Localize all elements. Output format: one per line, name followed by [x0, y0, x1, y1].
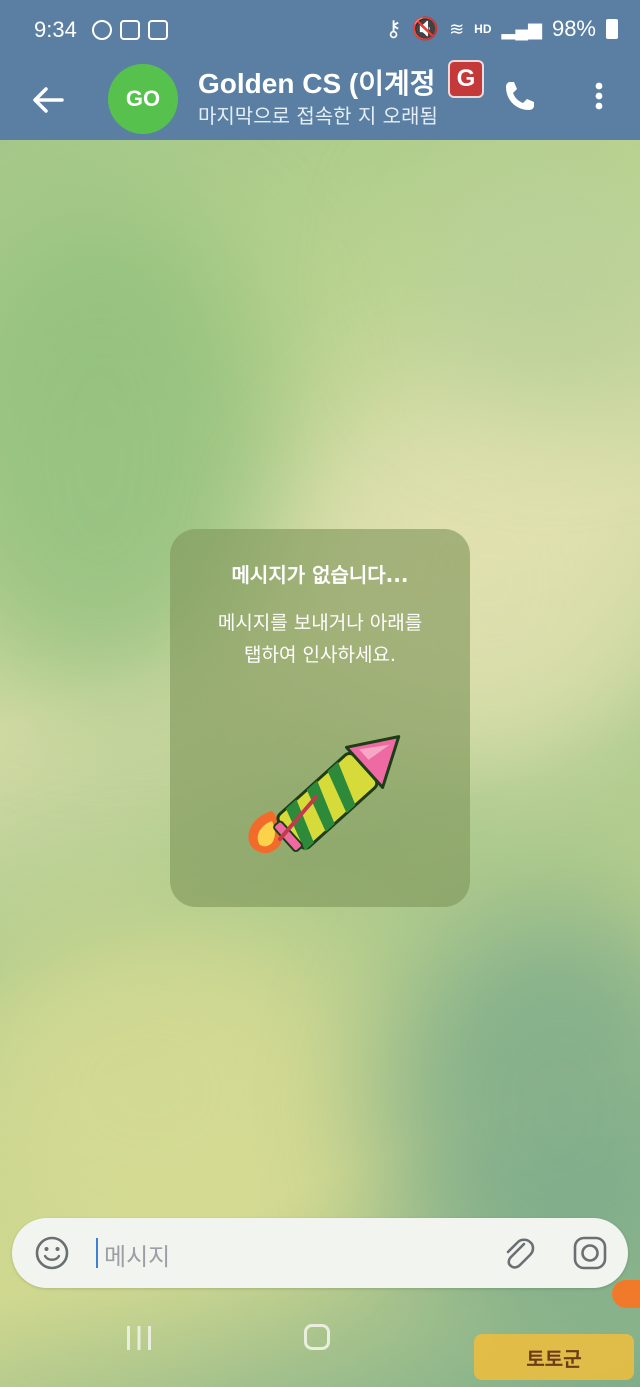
- dnd-icon: [92, 20, 112, 40]
- last-seen-status: 마지막으로 접속한 지 오래됨: [198, 104, 438, 128]
- more-vert-icon[interactable]: [584, 76, 614, 116]
- status-bar: 9:34 ⚷ 🔇 ≋ HD ▂▄▆ 98%: [0, 0, 640, 60]
- mute-icon: 🔇: [411, 16, 440, 41]
- wifi-icon: ≋: [449, 18, 465, 39]
- emoji-icon[interactable]: [34, 1235, 70, 1271]
- chat-title[interactable]: Golden CS (이계정: [198, 62, 488, 102]
- chat-header: GO Golden CS (이계정 G 마지막으로 접속한 지 오래됨: [0, 60, 640, 140]
- empty-state-title: 메시지가 없습니다...: [231, 563, 409, 587]
- empty-desc-line1: 메시지를 보내거나 아래를: [217, 612, 423, 634]
- battery-percent: 98%: [551, 16, 596, 41]
- home-button-icon[interactable]: [304, 1324, 330, 1350]
- empty-desc-line2: 탭하여 인사하세요.: [244, 644, 396, 666]
- avatar[interactable]: GO: [108, 64, 178, 134]
- empty-chat-card[interactable]: 메시지가 없습니다... 메시지를 보내거나 아래를 탭하여 인사하세요.: [170, 529, 470, 907]
- battery-icon: [606, 19, 618, 39]
- hd-voice-icon: HD: [474, 22, 492, 36]
- signal-icon: ▂▄▆: [501, 18, 542, 39]
- rocket-sticker-icon[interactable]: [232, 699, 412, 879]
- empty-state-description: 메시지를 보내거나 아래를 탭하여 인사하세요.: [190, 607, 450, 671]
- recent-apps-icon[interactable]: [126, 1326, 152, 1350]
- status-notification-icons: [92, 20, 168, 40]
- instagram-icon: [120, 20, 140, 40]
- badge-emoji: G: [448, 60, 484, 98]
- paperclip-icon[interactable]: [500, 1235, 536, 1271]
- back-arrow-icon[interactable]: [28, 80, 68, 120]
- phone-icon[interactable]: [500, 76, 540, 116]
- camera-icon[interactable]: [572, 1235, 608, 1271]
- status-system-icons: ⚷ 🔇 ≋ HD ▂▄▆ 98%: [386, 16, 618, 42]
- status-time: 9:34: [34, 17, 77, 42]
- message-composer[interactable]: 메시지: [12, 1218, 628, 1288]
- text-caret: [96, 1238, 98, 1268]
- watermark-text: 토토군: [526, 1346, 582, 1371]
- gallery-icon: [148, 20, 168, 40]
- watermark-logo: 토토군: [474, 1334, 634, 1380]
- key-icon: ⚷: [385, 16, 402, 41]
- message-input[interactable]: 메시지: [104, 1237, 170, 1272]
